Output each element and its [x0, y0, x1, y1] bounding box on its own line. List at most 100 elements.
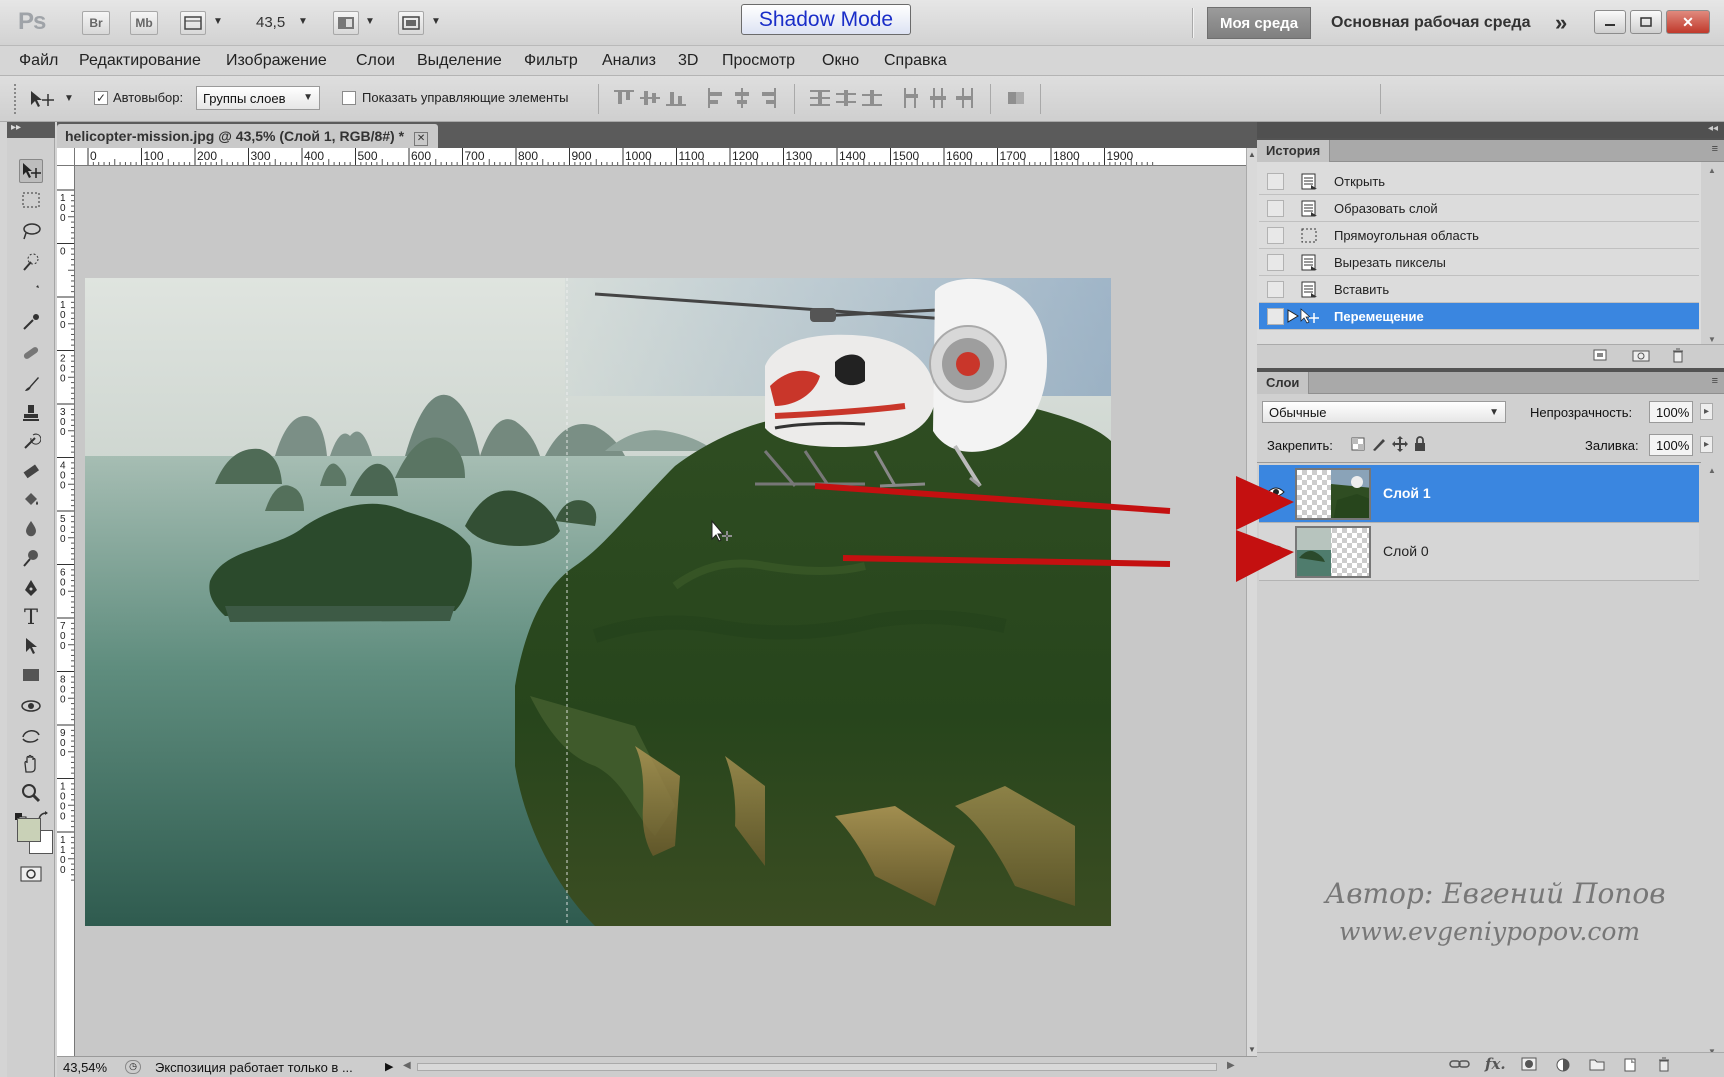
double-chevron-icon[interactable]: » — [1555, 10, 1567, 36]
status-info-icon[interactable]: ◷ — [125, 1060, 141, 1074]
menu-window[interactable]: Окно — [822, 52, 859, 70]
history-snapshot-checkbox[interactable] — [1267, 173, 1284, 190]
arrange-documents-button[interactable] — [333, 11, 359, 35]
dodge-tool-icon[interactable] — [19, 546, 43, 570]
menu-image[interactable]: Изображение — [226, 52, 327, 70]
eraser-tool-icon[interactable] — [19, 459, 43, 483]
lock-transparent-icon[interactable] — [1350, 436, 1366, 455]
menu-select[interactable]: Выделение — [417, 52, 502, 70]
restore-icon[interactable] — [1630, 10, 1662, 34]
move-tool-icon[interactable] — [19, 159, 43, 183]
layer-style-fx-icon[interactable]: fx. — [1485, 1055, 1506, 1073]
history-step-selected[interactable]: Перемещение — [1259, 303, 1699, 330]
lock-pixels-icon[interactable] — [1371, 436, 1387, 455]
history-scrollbar[interactable]: ▲ ▼ — [1708, 166, 1720, 344]
move-tool-icon[interactable] — [28, 88, 58, 110]
trash-icon[interactable] — [1657, 1057, 1671, 1077]
menu-edit[interactable]: Редактирование — [79, 52, 201, 70]
layer-row[interactable]: Слой 0 — [1259, 523, 1699, 581]
opacity-slider-arrow-icon[interactable]: ▸ — [1700, 403, 1714, 420]
new-layer-icon[interactable] — [1623, 1057, 1637, 1077]
align-bottom-icon[interactable] — [666, 88, 686, 108]
chevron-down-icon[interactable]: ▼ — [64, 93, 74, 104]
align-top-icon[interactable] — [614, 88, 634, 108]
history-brush-tool-icon[interactable] — [19, 430, 43, 454]
horizontal-ruler[interactable]: 0 100 200 300 400 500 600 700 800 900 1000 1100 1200… — [75, 148, 1246, 166]
show-controls-checkbox[interactable] — [342, 91, 356, 105]
fill-input[interactable]: 100% — [1649, 434, 1693, 456]
scroll-left-icon[interactable]: ◀ — [403, 1060, 411, 1071]
marquee-tool-icon[interactable] — [19, 188, 43, 212]
type-tool-icon[interactable]: T — [19, 605, 43, 629]
mini-bridge-button[interactable]: Mb — [130, 11, 158, 35]
3d-orbit-tool-icon[interactable] — [19, 723, 43, 747]
minimize-icon[interactable] — [1594, 10, 1626, 34]
scroll-up-icon[interactable]: ▲ — [1708, 166, 1716, 175]
scroll-down-icon[interactable]: ▼ — [1248, 1045, 1256, 1054]
canvas-area[interactable] — [75, 166, 1246, 1056]
document-tab[interactable]: helicopter-mission.jpg @ 43,5% (Слой 1, … — [57, 124, 439, 148]
history-snapshot-checkbox[interactable] — [1267, 254, 1284, 271]
align-vcenter-icon[interactable] — [640, 88, 660, 108]
autoselect-dropdown[interactable]: Группы слоев ▼ — [196, 86, 320, 110]
blur-tool-icon[interactable] — [19, 517, 43, 541]
status-menu-arrow-icon[interactable]: ▶ — [385, 1060, 393, 1073]
healing-brush-tool-icon[interactable] — [19, 341, 43, 365]
shadow-mode-button[interactable]: Shadow Mode — [741, 4, 911, 35]
panel-collapse-icon[interactable]: ▸▸ — [7, 122, 55, 138]
vertical-scrollbar[interactable]: ▲ ▼ — [1246, 148, 1257, 1056]
menu-view[interactable]: Просмотр — [722, 52, 795, 70]
workspace-my-button[interactable]: Моя среда — [1207, 7, 1311, 39]
history-snapshot-checkbox[interactable] — [1267, 200, 1284, 217]
horizontal-scrollbar[interactable] — [417, 1063, 1217, 1071]
pen-tool-icon[interactable] — [19, 576, 43, 600]
foreground-color-swatch[interactable] — [17, 818, 41, 842]
history-snapshot-checkbox[interactable] — [1267, 281, 1284, 298]
lock-position-icon[interactable] — [1392, 436, 1408, 455]
menu-analysis[interactable]: Анализ — [602, 52, 656, 70]
menu-filter[interactable]: Фильтр — [524, 52, 578, 70]
panel-menu-icon[interactable]: ≡ — [1712, 375, 1718, 387]
screen-mode-button[interactable] — [398, 11, 424, 35]
history-step[interactable]: Открыть — [1259, 168, 1699, 195]
path-selection-tool-icon[interactable] — [19, 634, 43, 658]
align-left-icon[interactable] — [706, 88, 726, 108]
new-group-icon[interactable] — [1589, 1057, 1605, 1075]
clone-stamp-tool-icon[interactable] — [19, 401, 43, 425]
distribute-left-icon[interactable] — [902, 88, 922, 108]
align-right-icon[interactable] — [758, 88, 778, 108]
quick-selection-tool-icon[interactable] — [19, 250, 43, 274]
history-step[interactable]: Вырезать пикселы — [1259, 249, 1699, 276]
fill-slider-arrow-icon[interactable]: ▸ — [1700, 436, 1714, 453]
crop-tool-icon[interactable] — [19, 280, 43, 304]
quick-mask-icon[interactable] — [19, 862, 43, 886]
zoom-tool-icon[interactable] — [19, 781, 43, 805]
bridge-button[interactable]: Br — [82, 11, 110, 35]
layers-scrollbar[interactable]: ▲ ▼ — [1708, 466, 1720, 1056]
document-image[interactable] — [75, 166, 1246, 1056]
trash-icon[interactable] — [1671, 348, 1685, 368]
history-snapshot-checkbox[interactable] — [1267, 308, 1284, 325]
opacity-input[interactable]: 100% — [1649, 401, 1693, 423]
status-zoom[interactable]: 43,54% — [63, 1060, 107, 1075]
history-step[interactable]: Вставить — [1259, 276, 1699, 303]
snapshot-camera-icon[interactable] — [1632, 348, 1650, 366]
panel-menu-icon[interactable]: ≡ — [1712, 143, 1718, 155]
history-step[interactable]: Прямоугольная область — [1259, 222, 1699, 249]
zoom-level[interactable]: 43,5 — [256, 14, 285, 31]
tab-history[interactable]: История — [1257, 140, 1331, 162]
menu-3d[interactable]: 3D — [678, 52, 698, 70]
close-icon[interactable]: ✕ — [414, 132, 429, 146]
scroll-up-icon[interactable]: ▲ — [1248, 150, 1256, 159]
chevron-down-icon[interactable]: ▼ — [213, 16, 223, 27]
chevron-down-icon[interactable]: ▼ — [431, 16, 441, 27]
scroll-right-icon[interactable]: ▶ — [1227, 1060, 1235, 1071]
history-step[interactable]: Образовать слой — [1259, 195, 1699, 222]
tab-layers[interactable]: Слои — [1257, 372, 1310, 394]
layer-row-selected[interactable]: Слой 1 — [1259, 465, 1699, 523]
layer-name[interactable]: Слой 0 — [1383, 543, 1429, 559]
distribute-vcenter-icon[interactable] — [836, 88, 856, 108]
distribute-bottom-icon[interactable] — [862, 88, 882, 108]
view-extras-button[interactable] — [180, 11, 206, 35]
ruler-origin[interactable] — [57, 148, 75, 166]
